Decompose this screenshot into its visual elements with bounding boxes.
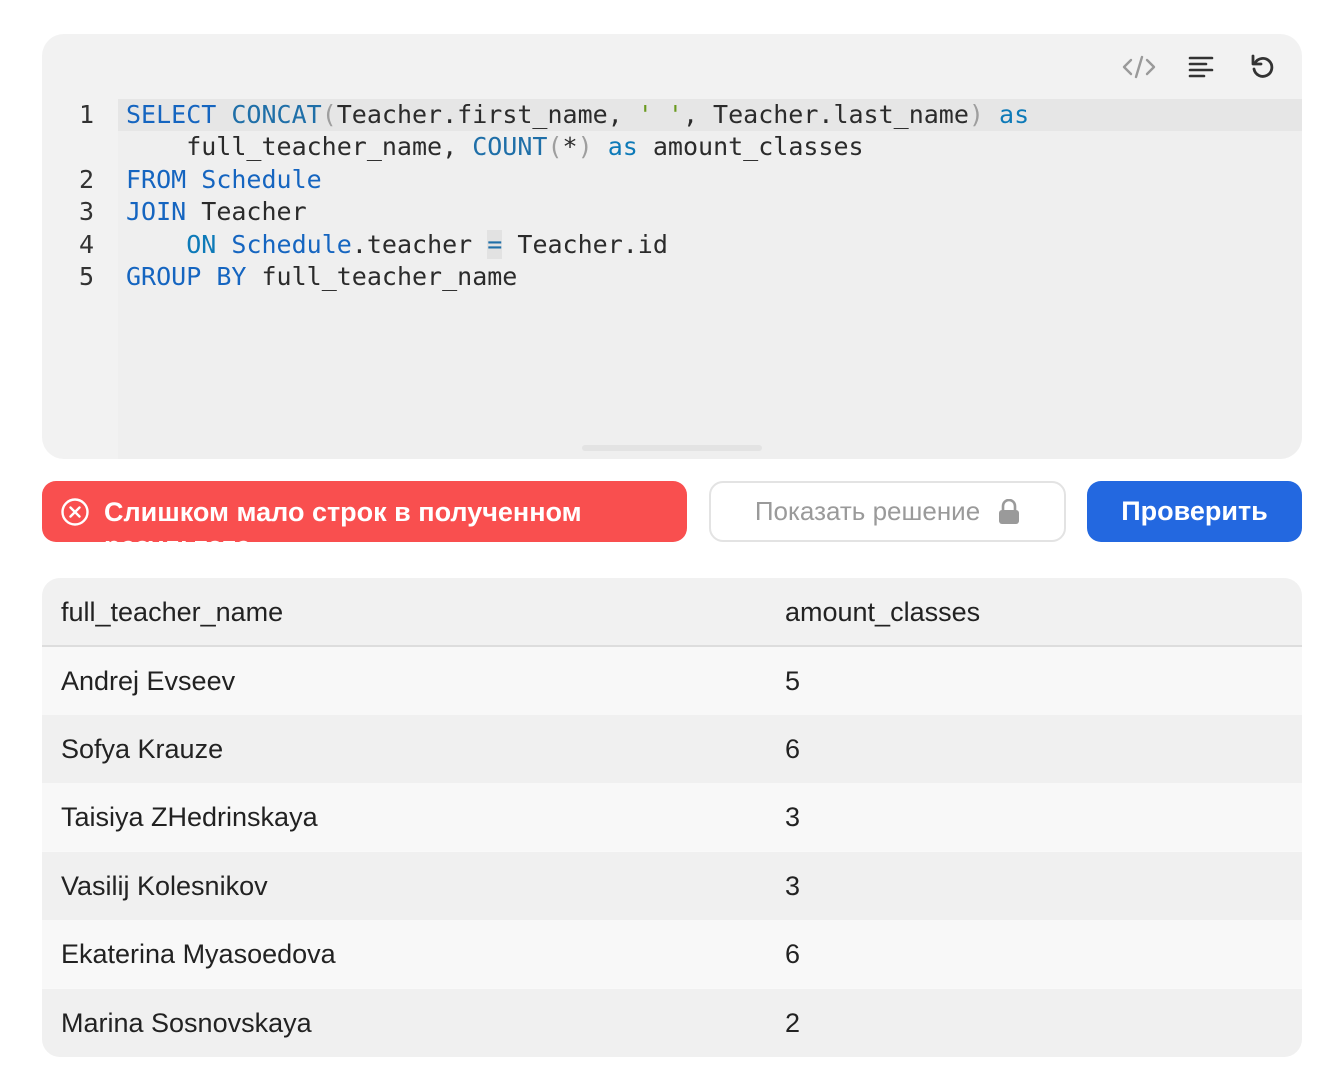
line-number: 5 (78, 262, 94, 291)
code-line: GROUP BY full_teacher_name (126, 262, 518, 291)
show-solution-label: Показать решение (754, 496, 981, 526)
column-header: full_teacher_name (61, 597, 284, 627)
cell-name: Sofya Krauze (61, 734, 224, 764)
line-number: 4 (78, 230, 94, 259)
cell-name: Marina Sosnovskaya (61, 1008, 312, 1038)
line-number: 3 (78, 197, 94, 226)
cell-name: Ekaterina Myasoedova (61, 939, 336, 969)
table-row: Andrej Evseev 5 (42, 647, 1302, 715)
format-icon[interactable] (1176, 48, 1226, 86)
cell-count: 3 (785, 802, 801, 832)
table-row: Taisiya ZHedrinskaya 3 (42, 783, 1302, 851)
check-button[interactable]: Проверить (1087, 481, 1302, 542)
cell-count: 5 (785, 666, 801, 696)
code-icon[interactable] (1114, 48, 1164, 86)
table-row: Marina Sosnovskaya 2 (42, 989, 1302, 1057)
result-table: full_teacher_name amount_classes Andrej … (42, 578, 1302, 1057)
code-line: ON Schedule.teacher = Teacher.id (186, 230, 668, 259)
cell-count: 6 (785, 939, 801, 969)
lock-icon (999, 498, 1020, 524)
horizontal-scrollbar[interactable] (582, 445, 762, 451)
line-gutter: 1 2 3 4 5 (42, 99, 118, 459)
code-line: full_teacher_name, COUNT(*) as amount_cl… (126, 132, 864, 161)
line-number: 2 (78, 165, 94, 194)
line-number: 1 (78, 100, 94, 129)
code-line: FROM Schedule (126, 165, 322, 194)
table-row: Vasilij Kolesnikov 3 (42, 852, 1302, 920)
code-line: JOIN Teacher (126, 197, 307, 226)
error-banner: Слишком мало строк в полученном результа… (42, 481, 687, 542)
sql-editor[interactable]: 1 2 3 4 5 SELECT CONCAT(Teacher.first_na… (42, 34, 1302, 459)
editor-toolbar (1114, 48, 1288, 86)
cell-name: Taisiya ZHedrinskaya (61, 802, 318, 832)
code-line: SELECT CONCAT(Teacher.first_name, ' ', T… (126, 100, 1030, 129)
cell-name: Vasilij Kolesnikov (61, 871, 268, 901)
table-row: Ekaterina Myasoedova 6 (42, 920, 1302, 988)
cell-count: 6 (785, 734, 801, 764)
error-message: Слишком мало строк в полученном результа… (104, 497, 582, 542)
reset-icon[interactable] (1238, 48, 1288, 86)
cell-name: Andrej Evseev (61, 666, 236, 696)
table-header: full_teacher_name amount_classes (42, 578, 1302, 647)
column-header: amount_classes (785, 597, 981, 627)
cell-count: 3 (785, 871, 801, 901)
cell-count: 2 (785, 1008, 801, 1038)
table-row: Sofya Krauze 6 (42, 715, 1302, 783)
close-circle-icon (61, 498, 89, 526)
show-solution-button[interactable]: Показать решение (709, 481, 1066, 542)
